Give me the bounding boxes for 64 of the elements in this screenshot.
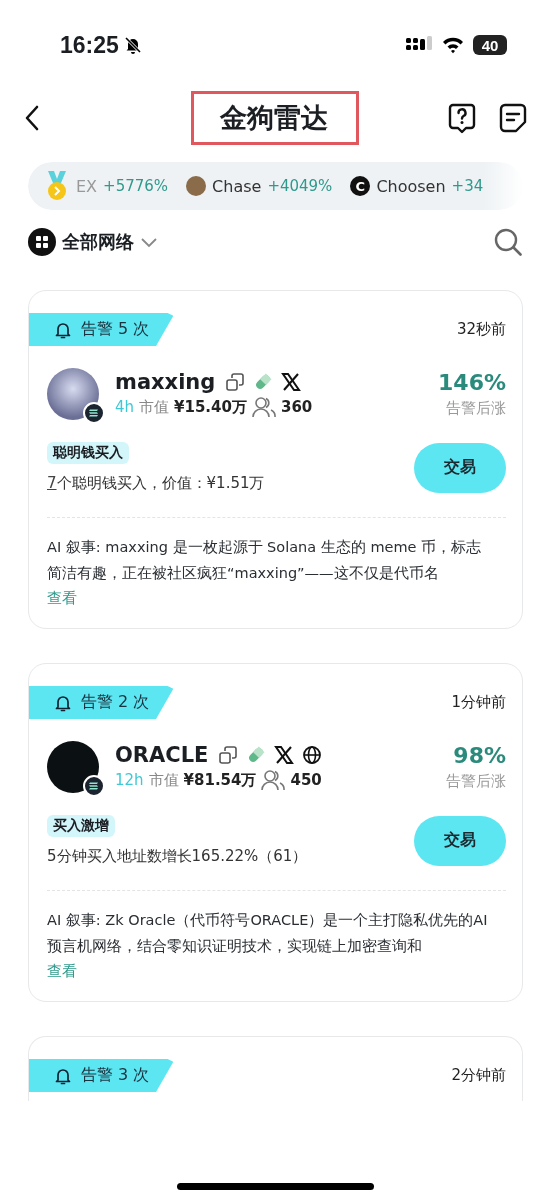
clock-time: 16:25 <box>60 31 119 59</box>
page-title: 金狗雷达 <box>190 91 359 145</box>
gain-percent: 146% <box>438 370 506 395</box>
view-more-link[interactable]: 查看 <box>47 959 77 983</box>
market-cap-value: ¥81.54万 <box>183 770 257 790</box>
x-logo-icon[interactable] <box>281 372 302 392</box>
alert-count: 告警 2 次 <box>81 692 150 713</box>
token-avatar-placeholder <box>47 368 99 420</box>
search-icon[interactable] <box>493 227 523 257</box>
chain-badge-icon <box>83 402 105 424</box>
alert-time: 2分钟前 <box>451 1066 506 1085</box>
copy-icon[interactable] <box>225 372 246 392</box>
gain-label: 告警后涨 <box>445 399 506 418</box>
help-icon[interactable] <box>447 102 477 134</box>
signal-tag: 聪明钱买入 <box>47 442 129 464</box>
bell-icon <box>55 693 71 712</box>
notes-icon[interactable] <box>499 103 527 133</box>
buyer-count-link[interactable]: 7 <box>47 474 57 493</box>
token-name: EX <box>76 176 98 196</box>
alert-time: 32秒前 <box>456 320 506 339</box>
people-icon <box>261 769 286 791</box>
token-age: 12h <box>115 771 144 789</box>
ai-narrative-text: AI 叙事: maxxing 是一枚起源于 Solana 生态的 meme 币，标志简洁有趣，正在被社区疯狂“maxxing”——这不仅是代币名 <box>47 538 483 583</box>
trade-button[interactable]: 交易 <box>414 442 506 493</box>
chain-badge-icon <box>83 775 105 797</box>
signal-tag: 买入激增 <box>47 815 115 837</box>
x-logo-icon[interactable] <box>274 745 295 765</box>
ai-narrative-text: AI 叙事: Zk Oracle（代币符号ORACLE）是一个主打隐私优先的AI预言机网络，结合零知识证明技术，实现链上加密查询和 <box>47 911 489 956</box>
market-cap-value: ¥15.40万 <box>174 397 247 417</box>
alert-count: 告警 5 次 <box>81 319 150 340</box>
holder-count: 450 <box>290 771 322 789</box>
bell-icon <box>55 1066 71 1085</box>
market-cap-label: 市值 <box>148 770 179 790</box>
signal-detail: 5分钟买入地址数增长165.22%（61） <box>47 847 308 866</box>
battery-indicator: 40 <box>473 35 507 55</box>
bell-off-icon <box>122 35 143 55</box>
grid-icon <box>28 228 56 256</box>
view-more-link[interactable]: 查看 <box>47 586 77 610</box>
bell-icon <box>55 320 71 339</box>
wifi-icon <box>441 36 465 54</box>
globe-icon[interactable] <box>302 745 323 765</box>
holder-count: 360 <box>280 398 313 416</box>
chevron-down-icon <box>140 236 158 248</box>
price-change: +4049% <box>267 177 333 195</box>
gain-label: 告警后涨 <box>446 772 506 791</box>
gain-percent: 98% <box>452 743 506 768</box>
coin-logo: C <box>350 176 371 196</box>
token-avatar-placeholder <box>47 741 99 793</box>
price-change: +5776% <box>103 177 169 195</box>
avatar-photo-placeholder <box>186 176 207 196</box>
market-cap-label: 市值 <box>139 397 170 417</box>
alert-count: 告警 3 次 <box>81 1065 150 1086</box>
token-age: 4h <box>115 398 135 416</box>
alert-time: 1分钟前 <box>451 693 506 712</box>
trade-button[interactable]: 交易 <box>414 815 506 866</box>
network-dropdown[interactable]: 全部网络 <box>28 228 158 256</box>
token-name: Chase <box>212 176 262 196</box>
signal-detail: 个聪明钱买入，价值：¥1.51万 <box>56 474 265 493</box>
price-change: +34 <box>451 177 484 195</box>
token-name: maxxing <box>115 370 216 394</box>
token-name: Choosen <box>376 176 446 196</box>
token-name: ORACLE <box>115 743 209 767</box>
copy-icon[interactable] <box>218 745 239 765</box>
people-icon <box>251 396 276 418</box>
